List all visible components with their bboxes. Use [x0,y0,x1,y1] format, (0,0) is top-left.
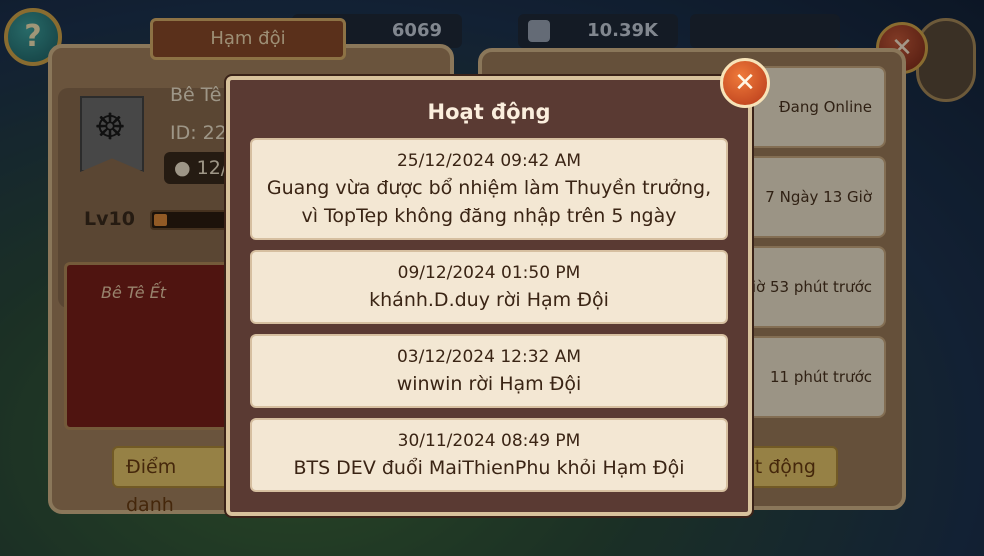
entry-date: 09/12/2024 01:50 PM [397,263,581,283]
close-icon[interactable]: ✕ [720,58,770,108]
activity-modal: Hoạt động 25/12/2024 09:42 AM Guang vừa … [226,76,752,516]
entry-date: 03/12/2024 12:32 AM [396,347,582,367]
activity-list[interactable]: 25/12/2024 09:42 AM Guang vừa được bổ nh… [250,138,728,504]
list-item: 25/12/2024 09:42 AM Guang vừa được bổ nh… [250,138,728,240]
entry-message: Guang vừa được bổ nhiệm làm Thuyền trưởn… [266,177,712,227]
entry-message: khánh.D.duy rời Hạm Đội [369,289,609,311]
modal-title: Hoạt động [427,100,551,124]
entry-date: 30/11/2024 08:49 PM [397,431,581,451]
list-item: 03/12/2024 12:32 AM winwin rời Hạm Đội [250,334,728,408]
entry-date: 25/12/2024 09:42 AM [396,151,582,171]
entry-message: BTS DEV đuổi MaiThienPhu khỏi Hạm Đội [293,457,685,479]
list-item: 09/12/2024 01:50 PM khánh.D.duy rời Hạm … [250,250,728,324]
entry-message: winwin rời Hạm Đội [396,373,582,395]
list-item: 30/11/2024 08:49 PM BTS DEV đuổi MaiThie… [250,418,728,492]
